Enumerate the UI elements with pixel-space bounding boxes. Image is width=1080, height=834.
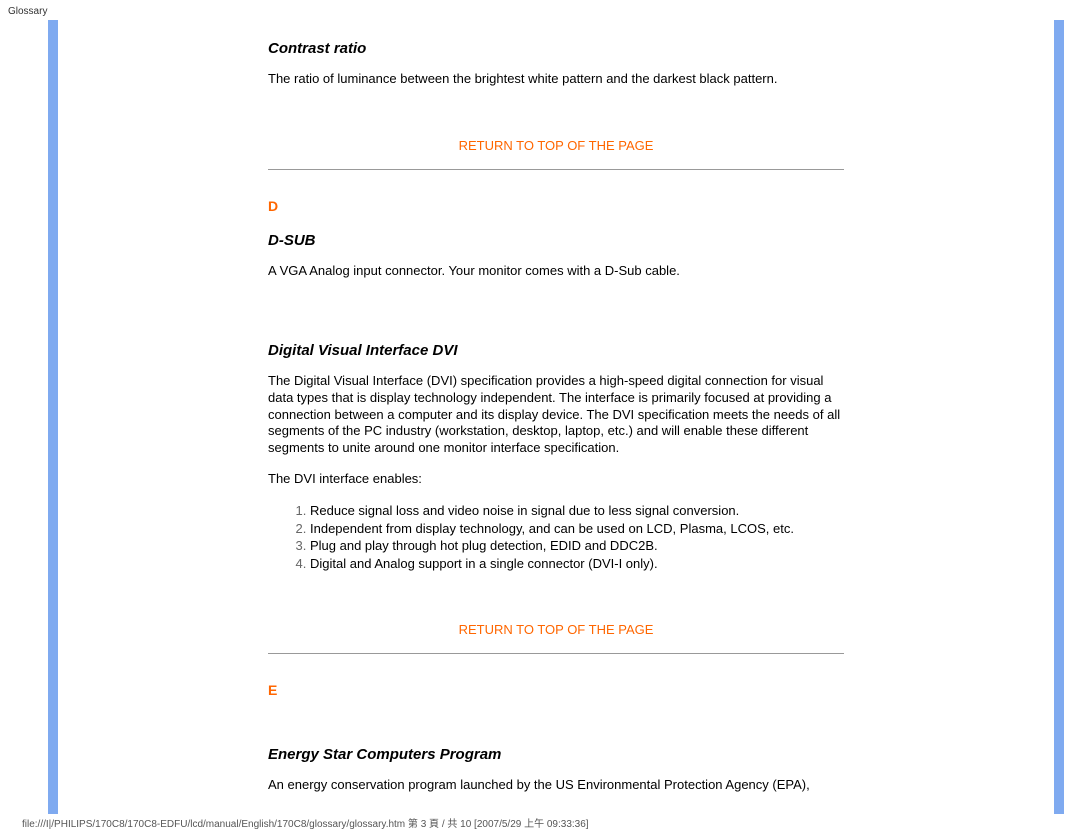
section-divider xyxy=(268,169,844,170)
dvi-heading: Digital Visual Interface DVI xyxy=(268,342,844,359)
return-to-top-link[interactable]: RETURN TO TOP OF THE PAGE xyxy=(268,138,844,153)
letter-d-heading: D xyxy=(268,198,844,214)
list-item: Independent from display technology, and… xyxy=(310,520,844,538)
page-wrapper: Contrast ratio The ratio of luminance be… xyxy=(48,20,1064,814)
content-area: Contrast ratio The ratio of luminance be… xyxy=(58,20,1054,814)
energy-star-body: An energy conservation program launched … xyxy=(268,777,844,794)
section-divider xyxy=(268,653,844,654)
dvi-enables-intro: The DVI interface enables: xyxy=(268,471,844,488)
dvi-body: The Digital Visual Interface (DVI) speci… xyxy=(268,373,844,457)
d-sub-heading: D-SUB xyxy=(268,232,844,249)
contrast-ratio-heading: Contrast ratio xyxy=(268,40,844,57)
right-accent-bar xyxy=(1054,20,1064,814)
left-accent-bar xyxy=(48,20,58,814)
contrast-ratio-body: The ratio of luminance between the brigh… xyxy=(268,71,844,88)
footer-file-path: file:///I|/PHILIPS/170C8/170C8-EDFU/lcd/… xyxy=(22,815,589,830)
list-item: Digital and Analog support in a single c… xyxy=(310,555,844,573)
dvi-list: Reduce signal loss and video noise in si… xyxy=(310,502,844,572)
return-to-top-link[interactable]: RETURN TO TOP OF THE PAGE xyxy=(268,622,844,637)
list-item: Reduce signal loss and video noise in si… xyxy=(310,502,844,520)
list-item: Plug and play through hot plug detection… xyxy=(310,537,844,555)
energy-star-heading: Energy Star Computers Program xyxy=(268,746,844,763)
page-header-label: Glossary xyxy=(8,6,47,17)
letter-e-heading: E xyxy=(268,682,844,698)
d-sub-body: A VGA Analog input connector. Your monit… xyxy=(268,263,844,280)
